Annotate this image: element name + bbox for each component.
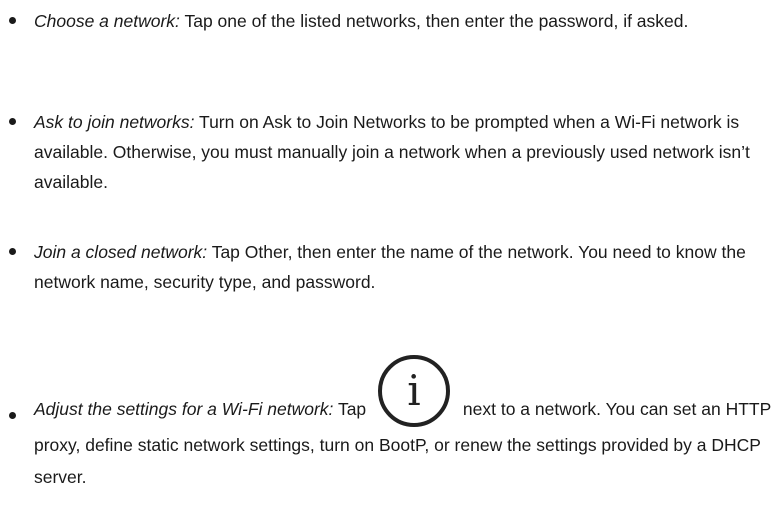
item-lead: Adjust the settings for a Wi-Fi network: <box>34 399 334 419</box>
list-item-adjust-settings: Adjust the settings for a Wi-Fi network:… <box>9 353 774 493</box>
bullet <box>9 248 16 255</box>
list-item-join-closed-network: Join a closed network: Tap Other, then e… <box>9 237 774 297</box>
info-icon: i <box>376 353 452 429</box>
item-lead: Join a closed network: <box>34 242 208 262</box>
bullet <box>9 412 16 419</box>
item-lead: Ask to join networks: <box>34 112 195 132</box>
list-item-choose-network: Choose a network: Tap one of the listed … <box>9 6 774 36</box>
list-item-ask-to-join: Ask to join networks: Turn on Ask to Joi… <box>9 107 774 197</box>
item-lead: Choose a network: <box>34 11 180 31</box>
bullet <box>9 118 16 125</box>
item-text-before: Tap <box>333 399 372 419</box>
item-text: Tap one of the listed networks, then ent… <box>179 11 689 31</box>
info-icon-glyph: i <box>407 366 420 415</box>
bullet <box>9 17 16 24</box>
